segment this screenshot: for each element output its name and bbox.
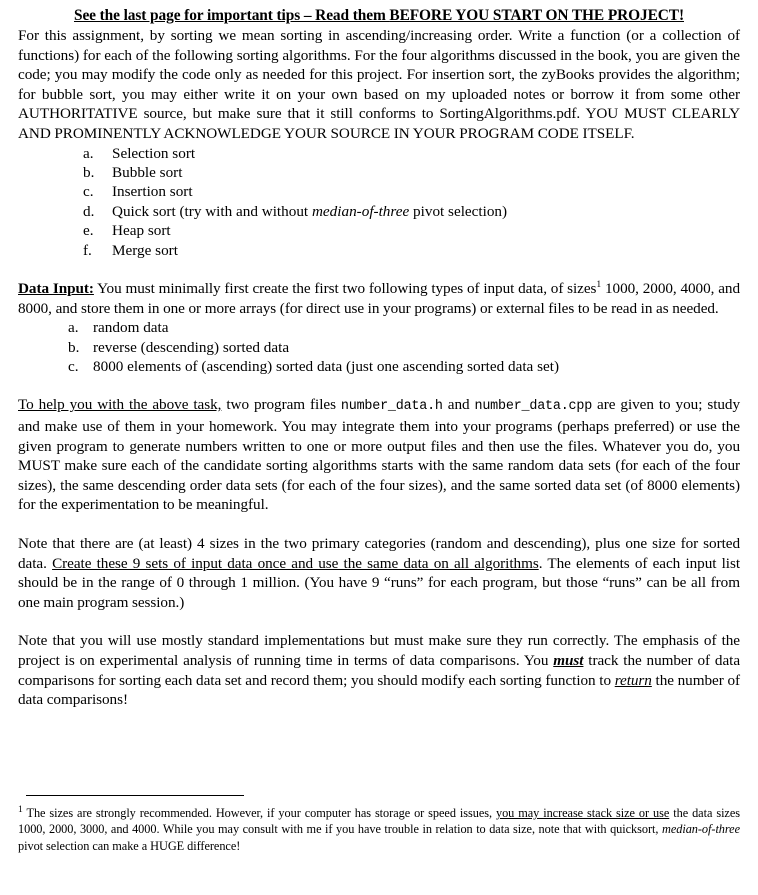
list-item-label: Selection sort: [112, 144, 196, 162]
list-item-label-post: pivot selection): [409, 202, 508, 220]
emphasis-return: return: [614, 671, 652, 689]
list-item-label: Bubble sort: [112, 163, 183, 181]
data-input-paragraph: Data Input: You must minimally first cre…: [18, 279, 740, 318]
footnote-area: 1 The sizes are strongly recommended. Ho…: [18, 795, 740, 854]
list-item-label-emphasis: median-of-three: [311, 202, 410, 220]
emphasis-must: must: [553, 651, 584, 669]
page-heading: See the last page for important tips – R…: [18, 6, 740, 25]
list-marker: d.: [83, 202, 95, 220]
heading-part-emphasis: BEFORE YOU START ON THE PROJECT!: [389, 7, 684, 24]
list-item-label: random data: [93, 319, 169, 337]
list-item-label: reverse (descending) sorted data: [93, 338, 290, 356]
help-underlined-lead: To help you with the above task,: [18, 396, 222, 414]
list-marker: c.: [83, 183, 94, 201]
list-marker: f.: [83, 241, 92, 259]
footnote-text-3: pivot selection can make a HUGE differen…: [18, 838, 241, 853]
list-item-label: Insertion sort: [112, 183, 193, 201]
heading-part-normal: See the last page for important tips – R…: [73, 7, 390, 24]
list-item: b. reverse (descending) sorted data: [18, 338, 740, 357]
data-input-text-before: You must minimally first create the firs…: [93, 280, 597, 297]
list-marker: c.: [68, 358, 79, 375]
list-item-label: 8000 elements of (ascending) sorted data…: [93, 358, 560, 375]
algorithm-list: a. Selection sort b. Bubble sort c. Inserti…: [18, 144, 740, 260]
note-sizes-paragraph: Note that there are (at least) 4 sizes i…: [18, 534, 740, 612]
list-item: c. 8000 elements of (ascending) sorted da…: [18, 357, 740, 376]
footnote-text-1: The sizes are strongly recommended. Howe…: [22, 806, 496, 820]
list-marker: b.: [68, 338, 80, 356]
filename-number-data-cpp: number_data.cpp: [474, 399, 593, 415]
footnote-separator-rule: [26, 795, 244, 796]
filename-number-data-h: number_data.h: [340, 399, 443, 415]
list-marker: a.: [68, 319, 79, 337]
list-marker: b.: [83, 163, 95, 181]
note-sizes-underlined: Create these 9 sets of input data once a…: [52, 554, 539, 572]
list-item: a. Selection sort: [18, 144, 740, 163]
footnote-text: 1 The sizes are strongly recommended. Ho…: [18, 805, 740, 854]
list-item-label: Merge sort: [112, 241, 178, 259]
data-input-list: a. random data b. reverse (descending) sor…: [18, 318, 740, 376]
help-paragraph: To help you with the above task, two pro…: [18, 395, 740, 515]
list-item: e. Heap sort: [18, 221, 740, 240]
document-page: See the last page for important tips – R…: [0, 0, 758, 895]
intro-paragraph: For this assignment, by sorting we mean …: [18, 27, 740, 142]
help-text-2: and: [442, 396, 475, 414]
list-marker: e.: [83, 222, 94, 240]
list-item: b. Bubble sort: [18, 163, 740, 182]
list-item: a. random data: [18, 318, 740, 337]
list-item: c. Insertion sort: [18, 182, 740, 201]
list-item-label: Heap sort: [112, 222, 171, 240]
help-text-1: two program files: [221, 396, 341, 414]
note-implementations-paragraph: Note that you will use mostly standard i…: [18, 631, 740, 709]
footnote-italic-median-of-three: median-of-three: [661, 822, 740, 837]
list-item: f. Merge sort: [18, 241, 740, 260]
list-item-label-pre: Quick sort (try with and without: [112, 202, 312, 220]
list-marker: a.: [83, 144, 94, 162]
list-item: d. Quick sort (try with and without media…: [18, 202, 740, 221]
data-input-label: Data Input:: [18, 280, 94, 297]
footnote-underlined: you may increase stack size or use: [495, 806, 670, 820]
